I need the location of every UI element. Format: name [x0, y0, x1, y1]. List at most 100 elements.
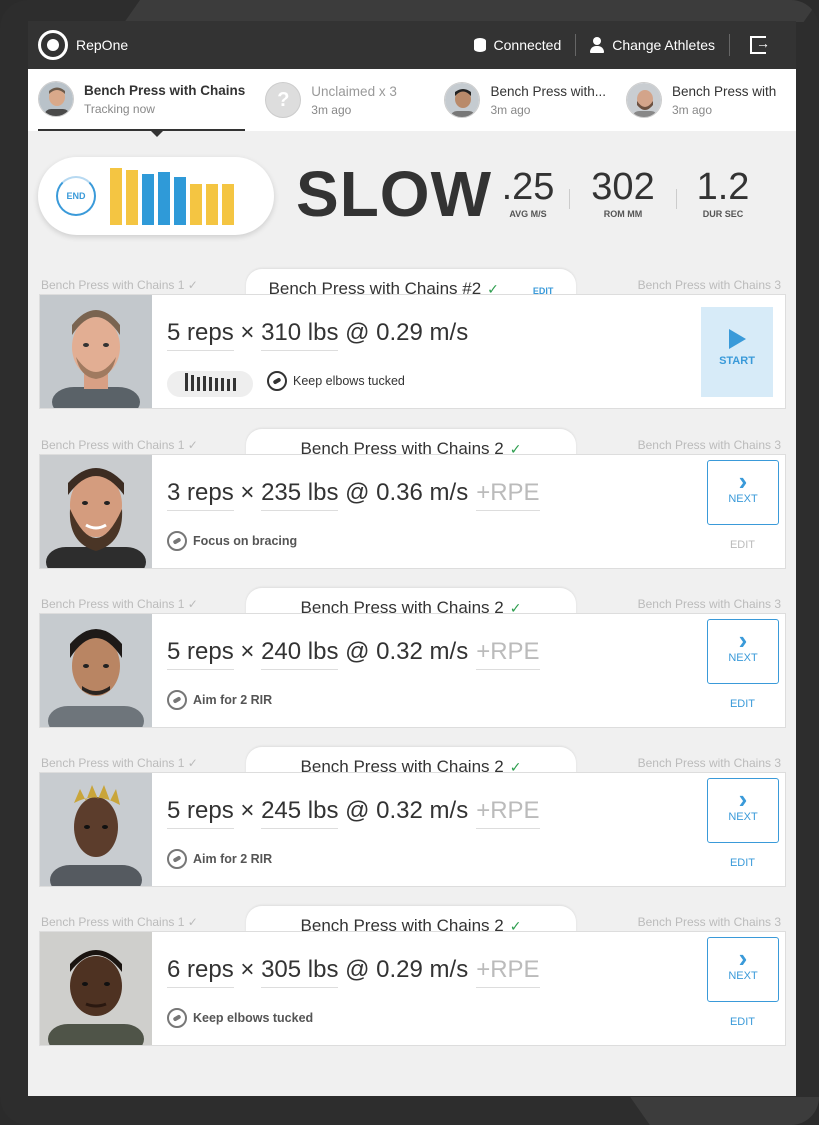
previous-set-label[interactable]: Bench Press with Chains 1 ✓	[41, 438, 198, 452]
rpe-input[interactable]: +RPE	[476, 956, 540, 988]
rpe-input[interactable]: +RPE	[476, 797, 540, 829]
metric-label: DUR SEC	[702, 209, 744, 219]
next-button[interactable]: › NEXT	[707, 778, 779, 843]
next-set-label[interactable]: Bench Press with Chains 3	[638, 915, 781, 929]
rep-tick	[221, 378, 224, 391]
connection-status[interactable]: Connected	[460, 32, 576, 58]
set-card: 5 reps × 240 lbs @ 0.32 m/s +RPE Aim for …	[39, 613, 786, 728]
logout-button[interactable]	[730, 32, 786, 58]
coaching-cue: Focus on bracing	[167, 531, 297, 551]
athlete-tab[interactable]: Bench Press with... 3m ago	[444, 69, 606, 131]
rpe-input[interactable]: +RPE	[476, 479, 540, 511]
velocity-target: @ 0.32 m/s	[345, 638, 469, 665]
reps-value[interactable]: 6 reps	[167, 956, 234, 988]
reps-value[interactable]: 5 reps	[167, 638, 234, 670]
tab-name: Bench Press with...	[490, 83, 606, 99]
edit-button[interactable]: EDIT	[730, 539, 755, 551]
set-prescription: 5 reps × 245 lbs @ 0.32 m/s +RPE	[167, 797, 540, 829]
edit-button[interactable]: EDIT	[730, 1016, 755, 1028]
cue-text: Aim for 2 RIR	[193, 852, 273, 866]
coaching-cue: Aim for 2 RIR	[167, 849, 272, 869]
cue-text: Keep elbows tucked	[193, 1011, 314, 1025]
weight-value[interactable]: 235 lbs	[261, 479, 339, 511]
next-set-label[interactable]: Bench Press with Chains 3	[638, 597, 781, 611]
metric-divider	[569, 189, 570, 209]
reps-value[interactable]: 3 reps	[167, 479, 234, 511]
set-block: Bench Press with Chains 1 ✓ Bench Press …	[28, 906, 796, 1066]
rep-summary-pill: END	[38, 157, 274, 235]
start-label: START	[719, 355, 755, 367]
velocity-target: @ 0.29 m/s	[345, 319, 469, 346]
change-athletes-button[interactable]: Change Athletes	[576, 32, 729, 58]
tab-status: 3m ago	[311, 102, 352, 117]
rep-tick	[191, 375, 194, 391]
set-title-tab: Bench Press with Chains 2 ✓	[246, 747, 576, 776]
edit-button[interactable]: EDIT	[730, 857, 755, 869]
coaching-cue: Keep elbows tucked	[267, 371, 405, 391]
athlete-tab[interactable]: Bench Press with 3m ago	[626, 69, 776, 131]
next-set-label[interactable]: Bench Press with Chains 3	[638, 278, 781, 292]
metric-label: ROM MM	[603, 209, 643, 219]
metric-label: AVG M/S	[509, 209, 547, 219]
previous-set-label[interactable]: Bench Press with Chains 1 ✓	[41, 278, 198, 292]
tab-status: 3m ago	[672, 102, 713, 117]
rep-velocity-bar	[222, 184, 234, 225]
set-card: 6 reps × 305 lbs @ 0.29 m/s +RPE Keep elb…	[39, 931, 786, 1046]
athlete-tabs: Bench Press with Chains Tracking now ? U…	[28, 69, 796, 137]
rep-velocity-bar	[110, 168, 122, 225]
cue-icon	[167, 849, 187, 869]
reps-value[interactable]: 5 reps	[167, 797, 234, 829]
rep-history-pill	[167, 371, 253, 397]
rep-tick	[233, 378, 236, 391]
rep-velocity-bars	[110, 165, 240, 225]
next-set-label[interactable]: Bench Press with Chains 3	[638, 756, 781, 770]
previous-set-label[interactable]: Bench Press with Chains 1 ✓	[41, 756, 198, 770]
previous-set-label[interactable]: Bench Press with Chains 1 ✓	[41, 597, 198, 611]
reps-value[interactable]: 5 reps	[167, 319, 234, 351]
next-button[interactable]: › NEXT	[707, 460, 779, 525]
set-prescription: 3 reps × 235 lbs @ 0.36 m/s +RPE	[167, 479, 540, 511]
rep-tick	[215, 378, 218, 391]
tab-status: Tracking now	[84, 101, 155, 116]
app-screen: RepOne Connected Change Athletes Bench P…	[28, 21, 796, 1096]
set-header: Bench Press with Chains 1 ✓ Bench Press …	[28, 906, 796, 935]
edit-button[interactable]: EDIT	[730, 698, 755, 710]
rep-velocity-bar	[206, 184, 218, 225]
next-button[interactable]: › NEXT	[707, 619, 779, 684]
speed-status: SLOW	[296, 158, 492, 230]
app-name: RepOne	[76, 37, 129, 53]
play-icon	[728, 329, 746, 349]
velocity-status-panel: END SLOW .25 AVG M/S 302 ROM MM 1.2 DUR …	[28, 131, 796, 256]
avatar	[626, 82, 662, 118]
cue-text: Aim for 2 RIR	[193, 693, 273, 707]
rep-velocity-bar	[190, 184, 202, 225]
next-label: NEXT	[728, 652, 758, 664]
duration-metric: 1.2 DUR SEC	[692, 167, 754, 219]
weight-value[interactable]: 240 lbs	[261, 638, 339, 670]
set-prescription: 5 reps × 310 lbs @ 0.29 m/s	[167, 319, 469, 351]
previous-set-label[interactable]: Bench Press with Chains 1 ✓	[41, 915, 198, 929]
next-button[interactable]: › NEXT	[707, 937, 779, 1002]
cue-text: Keep elbows tucked	[293, 374, 405, 388]
repone-logo-icon	[38, 30, 68, 60]
sensor-icon	[473, 38, 486, 52]
start-button[interactable]: START	[701, 307, 773, 397]
rpe-input[interactable]: +RPE	[476, 638, 540, 670]
end-set-button[interactable]: END	[56, 176, 96, 216]
weight-value[interactable]: 310 lbs	[261, 319, 339, 351]
next-set-label[interactable]: Bench Press with Chains 3	[638, 438, 781, 452]
change-athletes-label: Change Athletes	[612, 37, 715, 53]
rep-velocity-bar	[158, 172, 170, 225]
weight-value[interactable]: 245 lbs	[261, 797, 339, 829]
set-block: Bench Press with Chains 1 ✓ Bench Press …	[28, 588, 796, 748]
logout-icon	[750, 35, 770, 54]
velocity-target: @ 0.32 m/s	[345, 797, 469, 824]
athlete-tab[interactable]: Bench Press with Chains Tracking now	[38, 69, 246, 137]
rep-tick	[203, 376, 206, 391]
athlete-tab[interactable]: ? Unclaimed x 3 3m ago	[265, 69, 424, 131]
avatar	[38, 81, 74, 117]
rep-velocity-bar	[142, 174, 154, 225]
set-title-tab: Bench Press with Chains #2 ✓ EDIT	[246, 269, 576, 298]
tablet-frame: RepOne Connected Change Athletes Bench P…	[0, 0, 819, 1125]
weight-value[interactable]: 305 lbs	[261, 956, 339, 988]
